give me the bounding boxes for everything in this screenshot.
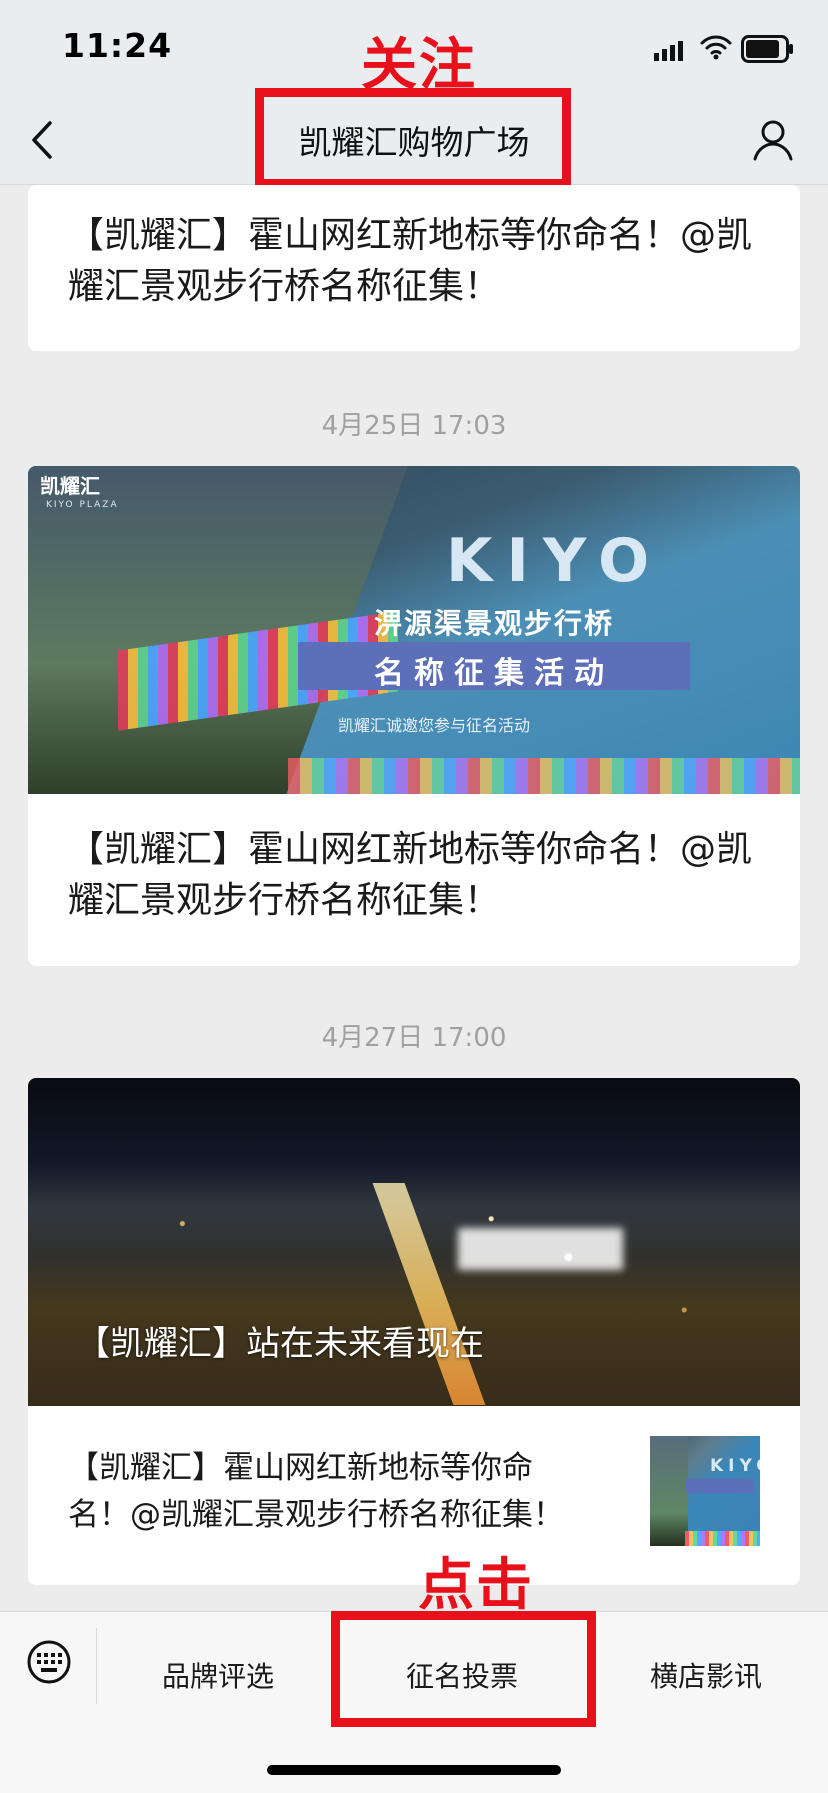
menu-item-hengdian-cinema[interactable]: 横店影讯: [648, 1655, 764, 1695]
banner-subtitle: 淠源渠景观步行桥: [374, 607, 615, 640]
banner-highlight: 名称征集活动: [298, 642, 690, 691]
brand-logo-text: 凯耀汇: [40, 474, 100, 498]
menu-divider: [96, 1628, 97, 1704]
menu-item-name-vote[interactable]: 征名投票: [404, 1655, 520, 1695]
rainbow-base-art: [288, 758, 800, 794]
wifi-icon: [700, 35, 732, 60]
article-card[interactable]: 【凯耀汇】站在未来看现在 【凯耀汇】霍山网红新地标等你命名！@凯耀汇景观步行桥名…: [28, 1078, 800, 1585]
person-icon[interactable]: [749, 116, 797, 164]
cellular-signal-icon: [654, 41, 683, 61]
status-time: 11:24: [62, 26, 173, 65]
banner-brand-title: KIYO: [446, 526, 664, 596]
message-timestamp: 4月27日 17:00: [321, 1023, 507, 1053]
tap-annotation-label: 点击: [418, 1553, 534, 1618]
navigation-bar: 凯耀汇购物广场: [0, 96, 828, 185]
home-indicator: [267, 1765, 561, 1775]
night-city-photo: 【凯耀汇】站在未来看现在: [28, 1078, 800, 1406]
follow-annotation-label: 关注: [361, 33, 477, 98]
article-card[interactable]: 凯耀汇 KIYO PLAZA KIYO 淠源渠景观步行桥 名称征集活动 凯耀汇诚…: [28, 466, 800, 966]
keyboard-icon[interactable]: [26, 1639, 72, 1685]
message-timestamp: 4月25日 17:03: [321, 411, 507, 441]
article-thumbnail: KIYO: [650, 1436, 760, 1546]
bright-building: [458, 1228, 623, 1270]
thumbnail-rainbow: [685, 1531, 760, 1546]
article-title: 【凯耀汇】霍山网红新地标等你命名！@凯耀汇景观步行桥名称征集！: [68, 1450, 564, 1533]
article-card[interactable]: 【凯耀汇】霍山网红新地标等你命名！@凯耀汇景观步行桥名称征集！: [28, 185, 800, 351]
article-banner-image: 凯耀汇 KIYO PLAZA KIYO 淠源渠景观步行桥 名称征集活动 凯耀汇诚…: [28, 466, 800, 794]
article-title: 【凯耀汇】霍山网红新地标等你命名！@凯耀汇景观步行桥名称征集！: [68, 215, 753, 307]
brand-logo-subtext: KIYO PLAZA: [46, 500, 119, 510]
thumbnail-city-photo: [650, 1436, 688, 1546]
menu-item-brand-selection[interactable]: 品牌评选: [160, 1655, 276, 1695]
banner-invite-text: 凯耀汇诚邀您参与征名活动: [338, 716, 531, 735]
thumbnail-band: [686, 1479, 754, 1493]
photo-caption: 【凯耀汇】站在未来看现在: [76, 1324, 484, 1364]
battery-icon: [741, 35, 793, 63]
account-title: 凯耀汇购物广场: [298, 123, 530, 162]
article-title: 【凯耀汇】霍山网红新地标等你命名！@凯耀汇景观步行桥名称征集！: [68, 829, 753, 921]
thumbnail-title: KIYO: [710, 1456, 760, 1476]
banner-highlight-text: 名称征集活动: [374, 656, 614, 691]
